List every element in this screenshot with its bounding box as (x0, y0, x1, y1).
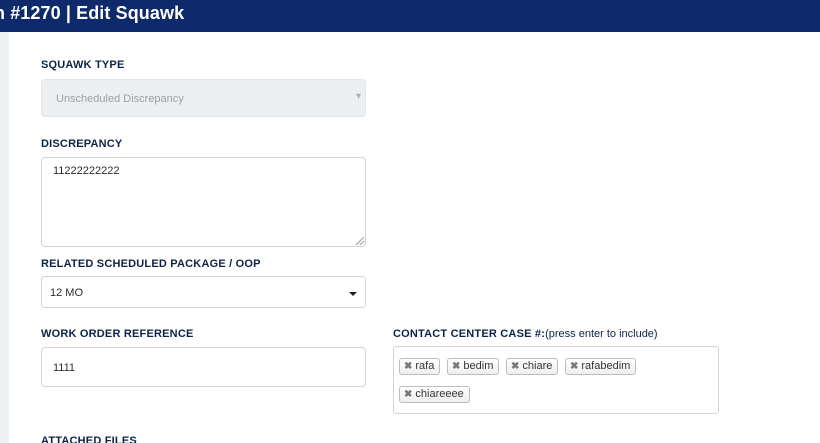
contact-center-label: CONTACT CENTER CASE #:(press enter to in… (393, 328, 658, 340)
tag-item: ✖ chiare (506, 358, 559, 375)
discrepancy-textarea[interactable]: 11222222222 (41, 157, 366, 247)
chevron-down-icon (349, 292, 357, 296)
contact-center-label-text: CONTACT CENTER CASE #: (393, 328, 546, 340)
attached-files-label: ATTACHED FILES (41, 435, 137, 443)
discrepancy-value: 11222222222 (53, 165, 120, 177)
page-header: n #1270 | Edit Squawk (0, 0, 820, 32)
related-package-select[interactable]: 12 MO (41, 276, 366, 308)
work-order-label: WORK ORDER REFERENCE (41, 328, 194, 340)
close-icon[interactable]: ✖ (404, 359, 412, 374)
close-icon[interactable]: ✖ (452, 359, 460, 374)
tag-label: rafa (415, 360, 435, 372)
close-icon[interactable]: ✖ (570, 359, 578, 374)
squawk-type-label: SQUAWK TYPE (41, 59, 125, 71)
tag-item: ✖ bedim (447, 358, 500, 375)
close-icon[interactable]: ✖ (404, 387, 412, 402)
left-sidebar-edge (0, 32, 9, 443)
work-order-input[interactable]: 1111 (41, 347, 366, 387)
tag-item: ✖ chiareeee (399, 386, 470, 403)
tag-label: chiare (522, 360, 553, 372)
close-icon[interactable]: ✖ (511, 359, 519, 374)
squawk-type-select: Unscheduled Discrepancy ▾ (41, 79, 366, 117)
work-order-value: 1111 (53, 362, 76, 374)
related-package-label: RELATED SCHEDULED PACKAGE / OOP (41, 258, 261, 270)
tag-label: bedim (463, 360, 494, 372)
tag-label: chiareeee (415, 388, 464, 400)
squawk-type-value: Unscheduled Discrepancy (56, 93, 184, 105)
tag-item: ✖ rafabedim (565, 358, 637, 375)
tag-item: ✖ rafa (399, 358, 441, 375)
discrepancy-label: DISCREPANCY (41, 138, 123, 150)
resize-handle-icon[interactable] (356, 237, 364, 245)
tag-label: rafabedim (581, 360, 631, 372)
contact-center-tag-input[interactable]: ✖ rafa ✖ bedim ✖ chiare ✖ rafabedim ✖ chiaree… (393, 346, 719, 414)
page-title: n #1270 | Edit Squawk (0, 3, 185, 23)
contact-center-hint: (press enter to include) (545, 328, 658, 340)
related-package-value: 12 MO (50, 287, 84, 299)
chevron-down-icon: ▾ (355, 91, 361, 102)
